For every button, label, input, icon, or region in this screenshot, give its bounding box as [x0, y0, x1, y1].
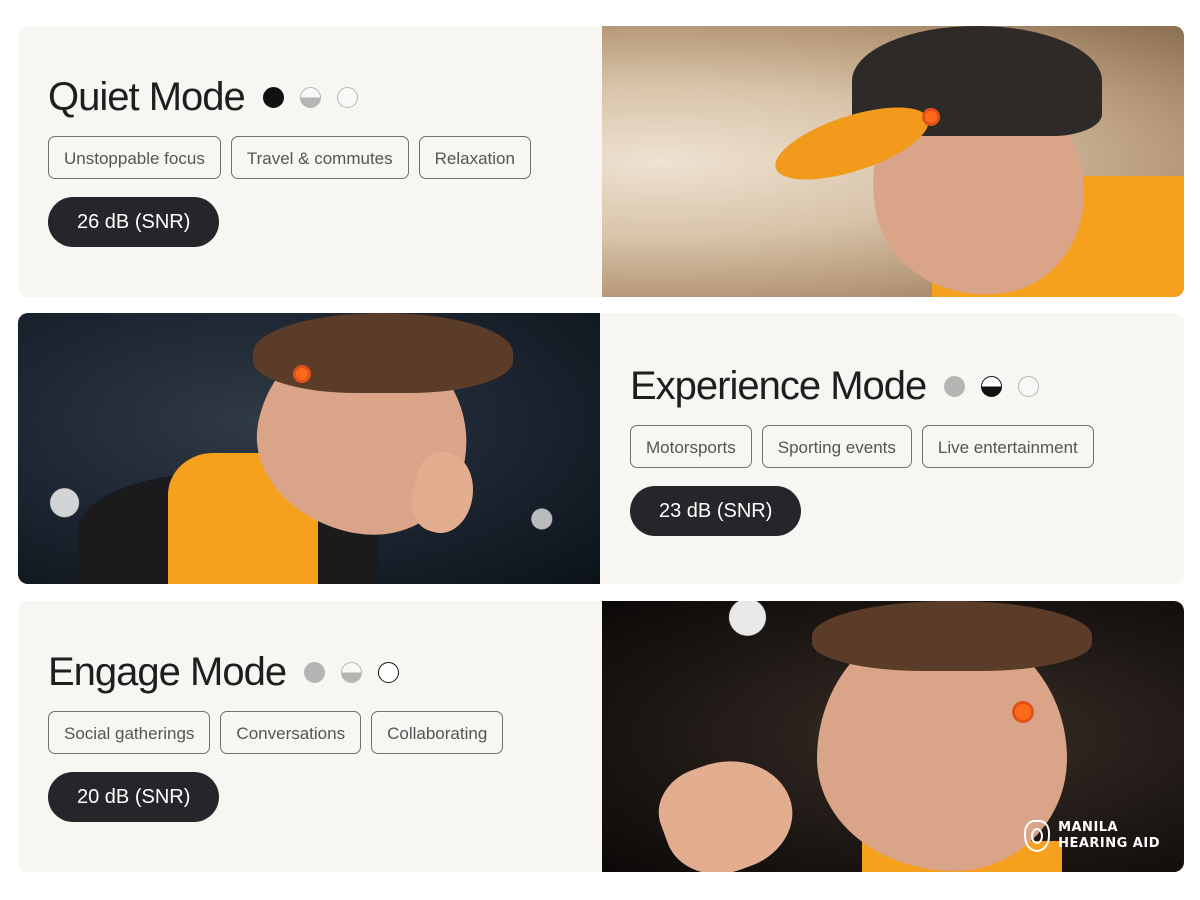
half-filled-circle-icon — [299, 86, 321, 108]
experience-mode-card: Experience Mode Motorsports Sporting eve… — [18, 313, 1184, 584]
quiet-mode-snr-badge: 26 dB (SNR) — [48, 197, 220, 247]
photo-hand — [647, 742, 807, 872]
logo-line-1: MANILA — [1058, 820, 1119, 835]
mode-level-indicator — [262, 86, 358, 108]
filled-circle-icon — [944, 375, 966, 397]
logo-line-2: HEARING AID — [1058, 836, 1160, 851]
engage-mode-text-panel: Engage Mode Social gatherings Conversati… — [18, 601, 602, 872]
tag-social-gatherings: Social gatherings — [48, 711, 211, 754]
engage-mode-photo: MANILA HEARING AID — [602, 601, 1184, 872]
engage-mode-snr-badge: 20 dB (SNR) — [48, 772, 220, 822]
earplug-icon — [1012, 701, 1034, 723]
filled-circle-icon — [304, 661, 326, 683]
earplug-icon — [293, 365, 311, 383]
photo-hair — [253, 313, 513, 393]
empty-circle-icon — [1018, 375, 1040, 397]
mode-level-indicator — [304, 661, 400, 683]
experience-mode-photo — [18, 313, 600, 584]
brand-logo: MANILA HEARING AID — [1024, 820, 1160, 852]
engage-mode-tags: Social gatherings Conversations Collabor… — [48, 711, 504, 754]
half-filled-circle-icon — [341, 661, 363, 683]
quiet-mode-tags: Unstoppable focus Travel & commutes Rela… — [48, 136, 531, 179]
filled-circle-icon — [262, 86, 284, 108]
tag-motorsports: Motorsports — [630, 425, 752, 468]
half-filled-circle-icon — [981, 375, 1003, 397]
tag-sporting-events: Sporting events — [761, 425, 912, 468]
empty-circle-icon — [336, 86, 358, 108]
tag-collaborating: Collaborating — [371, 711, 504, 754]
quiet-mode-card: Quiet Mode Unstoppable focus Travel & co… — [18, 26, 1184, 297]
quiet-mode-title: Quiet Mode — [48, 74, 246, 119]
tag-conversations: Conversations — [220, 711, 362, 754]
tag-live-entertainment: Live entertainment — [921, 425, 1094, 468]
engage-mode-card: Engage Mode Social gatherings Conversati… — [18, 601, 1184, 872]
quiet-mode-photo — [602, 26, 1184, 297]
engage-mode-title: Engage Mode — [48, 649, 287, 694]
experience-mode-title: Experience Mode — [630, 363, 927, 408]
quiet-mode-text-panel: Quiet Mode Unstoppable focus Travel & co… — [18, 26, 602, 297]
experience-mode-snr-badge: 23 dB (SNR) — [630, 486, 802, 536]
tag-relaxation: Relaxation — [418, 136, 531, 179]
tag-unstoppable-focus: Unstoppable focus — [48, 136, 221, 179]
experience-mode-tags: Motorsports Sporting events Live enterta… — [630, 425, 1094, 468]
photo-hair — [812, 601, 1092, 671]
experience-mode-text-panel: Experience Mode Motorsports Sporting eve… — [600, 313, 1184, 584]
empty-circle-icon — [378, 661, 400, 683]
mode-level-indicator — [944, 375, 1040, 397]
earplug-icon — [922, 108, 940, 126]
hearing-aid-logo-icon — [1024, 820, 1051, 852]
tag-travel-commutes: Travel & commutes — [230, 136, 409, 179]
